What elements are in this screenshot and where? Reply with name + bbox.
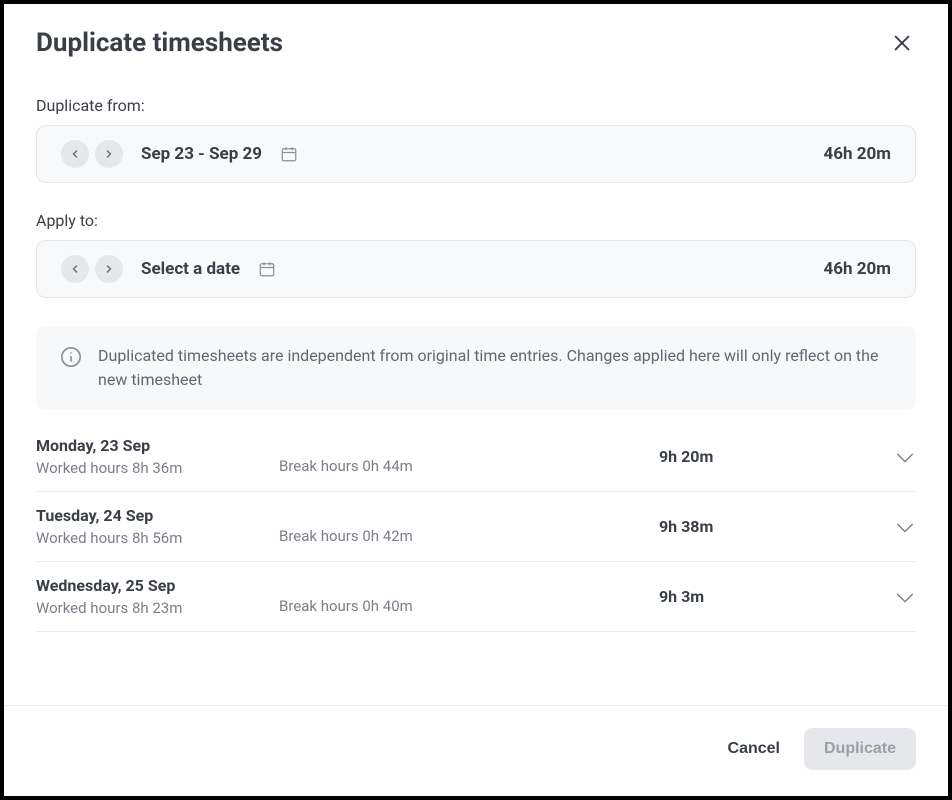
date-box-left: Select a date	[61, 255, 276, 283]
apply-total: 46h 20m	[824, 259, 892, 279]
apply-date-range[interactable]: Select a date	[141, 259, 240, 279]
duplicate-from-box: Sep 23 - Sep 29 46h 20m	[36, 125, 916, 183]
day-break-hours: Break hours 0h 40m	[279, 597, 413, 615]
day-row[interactable]: Wednesday, 25 Sep Worked hours 8h 23m Br…	[36, 562, 916, 632]
apply-nav-buttons	[61, 255, 123, 283]
calendar-icon	[258, 260, 276, 278]
from-date-range[interactable]: Sep 23 - Sep 29	[141, 144, 262, 164]
day-name: Tuesday, 24 Sep	[36, 506, 279, 525]
from-nav-buttons	[61, 140, 123, 168]
day-total: 9h 38m	[659, 517, 713, 536]
date-box-left: Sep 23 - Sep 29	[61, 140, 298, 168]
from-prev-button[interactable]	[61, 140, 89, 168]
apply-next-button[interactable]	[95, 255, 123, 283]
day-name: Monday, 23 Sep	[36, 436, 279, 455]
info-icon	[60, 346, 82, 368]
dialog-duplicate-timesheets: Duplicate timesheets Duplicate from: Sep…	[0, 0, 952, 800]
apply-calendar-button[interactable]	[258, 260, 276, 278]
day-name: Wednesday, 25 Sep	[36, 576, 279, 595]
dialog-title: Duplicate timesheets	[36, 28, 283, 58]
day-break-hours: Break hours 0h 42m	[279, 527, 413, 545]
from-next-button[interactable]	[95, 140, 123, 168]
apply-to-box: Select a date 46h 20m	[36, 240, 916, 298]
chevron-right-icon	[103, 263, 115, 275]
day-row[interactable]: Tuesday, 24 Sep Worked hours 8h 56m Brea…	[36, 492, 916, 562]
day-break-hours: Break hours 0h 44m	[279, 457, 413, 475]
info-text: Duplicated timesheets are independent fr…	[98, 344, 892, 392]
from-calendar-button[interactable]	[280, 145, 298, 163]
day-total: 9h 3m	[659, 587, 704, 606]
duplicate-button[interactable]: Duplicate	[804, 728, 916, 770]
apply-prev-button[interactable]	[61, 255, 89, 283]
apply-to-label: Apply to:	[36, 211, 916, 230]
from-total: 46h 20m	[824, 144, 892, 164]
day-row[interactable]: Monday, 23 Sep Worked hours 8h 36m Break…	[36, 436, 916, 492]
dialog-header: Duplicate timesheets	[4, 4, 948, 68]
chevron-down-icon	[894, 516, 916, 538]
info-banner: Duplicated timesheets are independent fr…	[36, 326, 916, 410]
close-icon	[891, 32, 913, 54]
calendar-icon	[280, 145, 298, 163]
dialog-body: Duplicate from: Sep 23 - Sep 29 46h 20m	[4, 68, 948, 705]
day-worked-hours: Worked hours 8h 23m	[36, 599, 279, 617]
chevron-left-icon	[69, 263, 81, 275]
close-button[interactable]	[888, 29, 916, 57]
dialog-footer: Cancel Duplicate	[4, 705, 948, 796]
duplicate-from-label: Duplicate from:	[36, 96, 916, 115]
day-total: 9h 20m	[659, 447, 713, 466]
day-worked-hours: Worked hours 8h 56m	[36, 529, 279, 547]
day-list: Monday, 23 Sep Worked hours 8h 36m Break…	[36, 436, 916, 632]
cancel-button[interactable]: Cancel	[722, 730, 786, 768]
chevron-down-icon	[894, 586, 916, 608]
chevron-down-icon	[894, 446, 916, 468]
day-worked-hours: Worked hours 8h 36m	[36, 459, 279, 477]
chevron-left-icon	[69, 148, 81, 160]
chevron-right-icon	[103, 148, 115, 160]
